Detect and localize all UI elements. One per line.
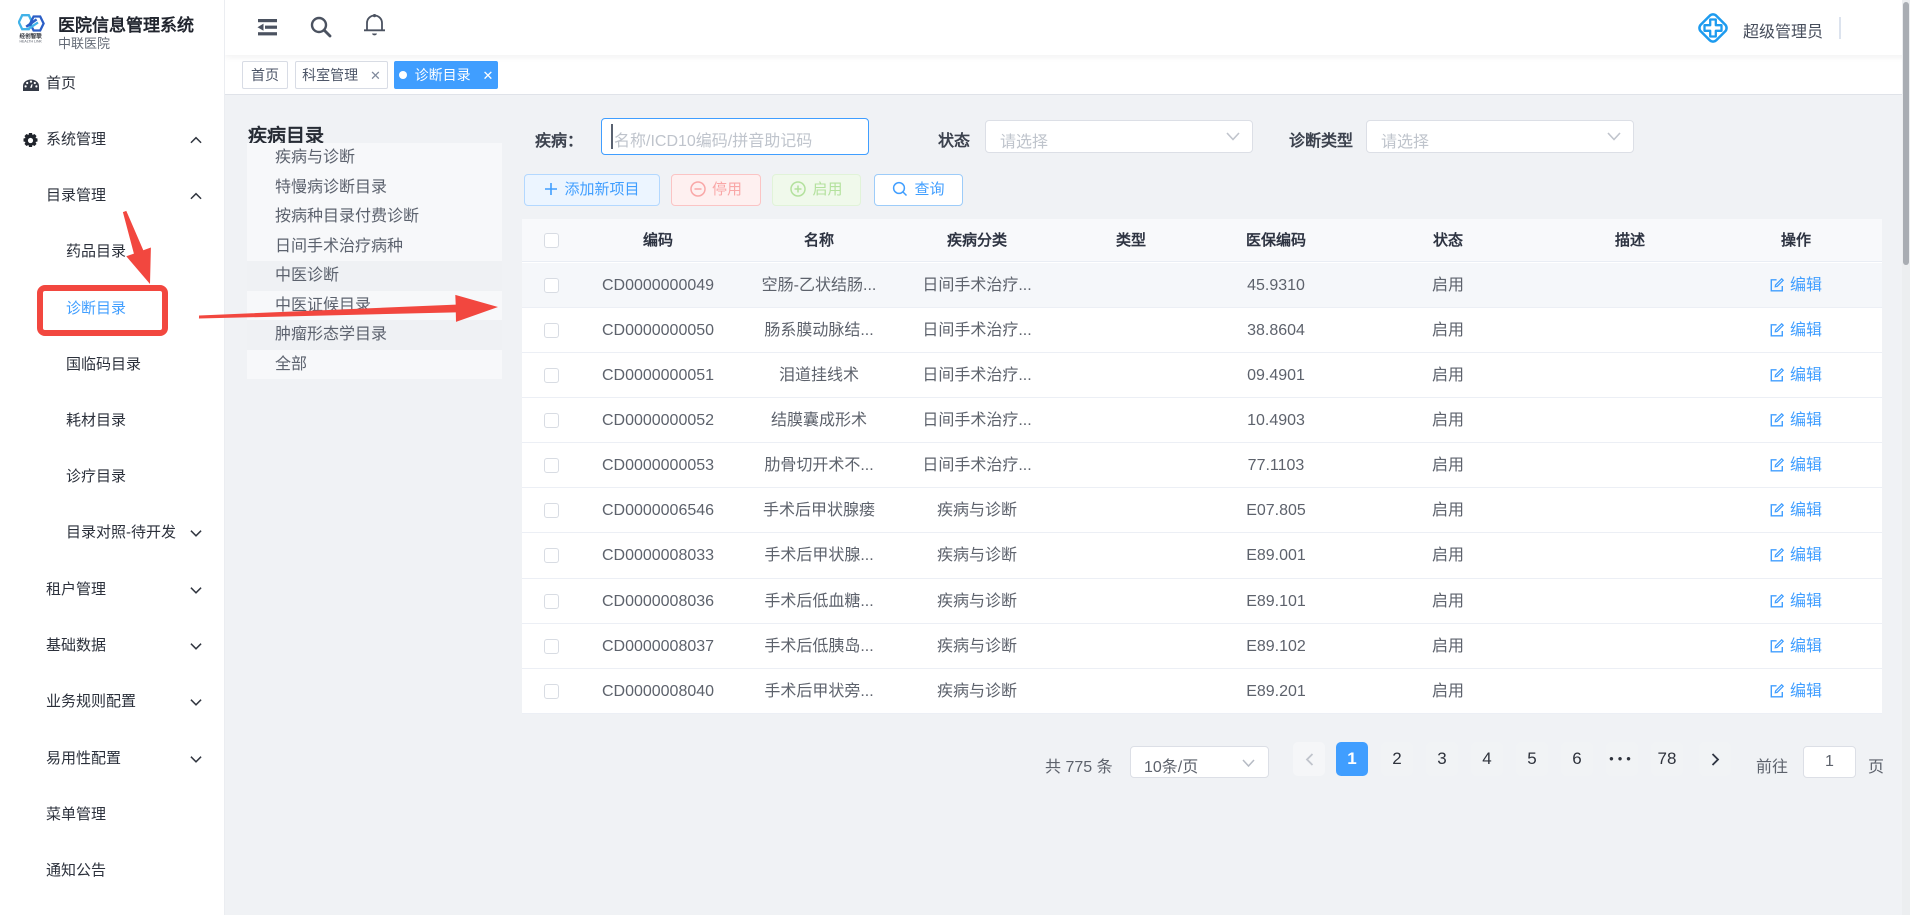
svg-text:HEALTH LINK: HEALTH LINK bbox=[20, 40, 43, 44]
